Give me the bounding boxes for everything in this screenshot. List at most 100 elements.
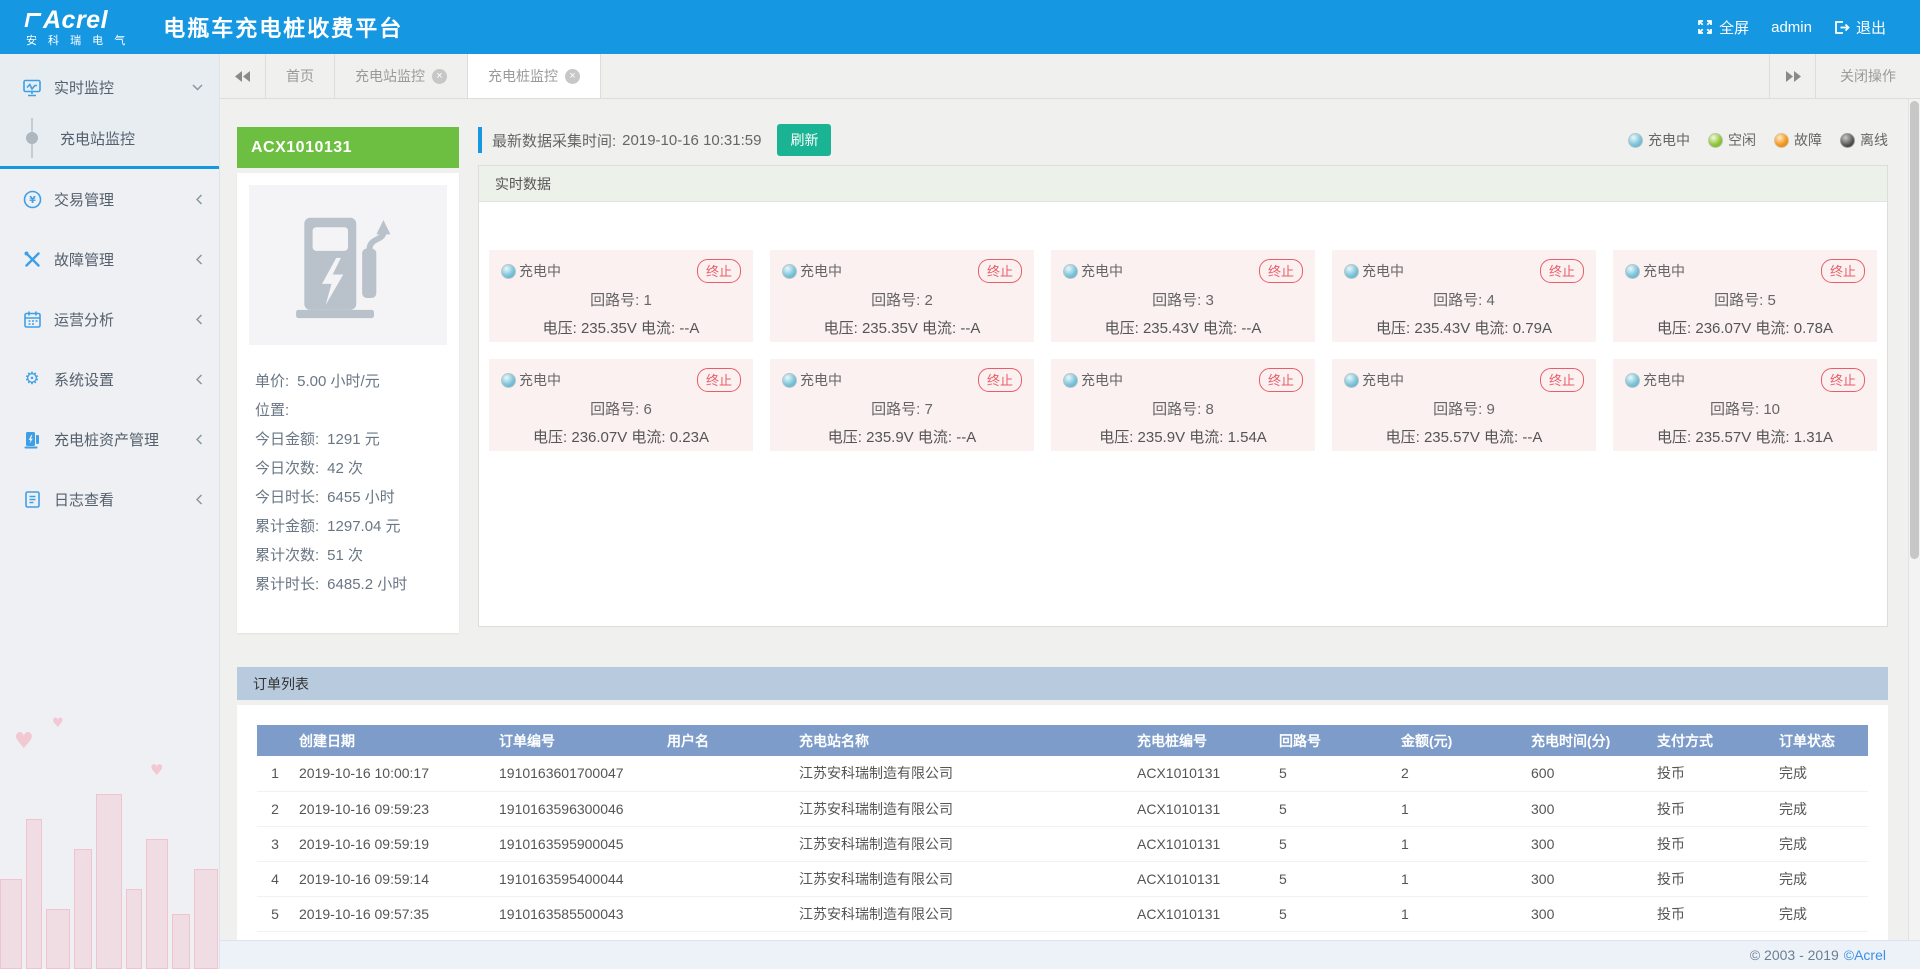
cell-create-date: 2019-10-16 09:57:35 bbox=[293, 896, 493, 931]
pile-stats-list: 单价:5.00 小时/元 位置: 今日金额:1291 元 今日次数:42 次 今… bbox=[249, 367, 447, 599]
sidebar-item-station-monitor[interactable]: 充电站监控 bbox=[0, 110, 219, 166]
stop-button[interactable]: 终止 bbox=[697, 259, 741, 283]
circuit-card-2: 充电中终止 回路号: 2 电压: 235.35V 电流: --A bbox=[770, 250, 1034, 342]
stop-button[interactable]: 终止 bbox=[1821, 259, 1865, 283]
stop-button[interactable]: 终止 bbox=[978, 368, 1022, 392]
stop-button[interactable]: 终止 bbox=[1259, 368, 1303, 392]
col-index bbox=[257, 725, 293, 756]
pile-info-card: 单价:5.00 小时/元 位置: 今日金额:1291 元 今日次数:42 次 今… bbox=[237, 173, 459, 633]
circuit-card-7: 充电中终止 回路号: 7 电压: 235.9V 电流: --A bbox=[770, 359, 1034, 451]
chevron-left-icon bbox=[196, 314, 203, 325]
stop-button[interactable]: 终止 bbox=[697, 368, 741, 392]
refresh-button[interactable]: 刷新 bbox=[777, 124, 831, 156]
cell-order-no: 1910163585500043 bbox=[493, 896, 661, 931]
stat-value: 6455 小时 bbox=[327, 483, 395, 512]
stat-location: 位置: bbox=[255, 396, 447, 425]
analysis-icon bbox=[22, 310, 42, 329]
stat-today-amount: 今日金额:1291 元 bbox=[255, 425, 447, 454]
tab-pile-monitor[interactable]: 充电桩监控 × bbox=[468, 54, 601, 98]
vertical-scrollbar[interactable] bbox=[1908, 99, 1920, 969]
circuit-card-9: 充电中终止 回路号: 9 电压: 235.57V 电流: --A bbox=[1332, 359, 1596, 451]
legend-idle: 空闲 bbox=[1708, 130, 1756, 150]
sidebar-item-fault-management[interactable]: 故障管理 bbox=[0, 229, 219, 289]
circuit-card-5: 充电中终止 回路号: 5 电压: 236.07V 电流: 0.78A bbox=[1613, 250, 1877, 342]
cell-username bbox=[661, 896, 793, 931]
current-value: --A bbox=[960, 320, 980, 337]
sidebar-item-label: 运营分析 bbox=[54, 309, 114, 330]
sidebar-item-trade-management[interactable]: ¥ 交易管理 bbox=[0, 169, 219, 229]
current-value: 1.54A bbox=[1228, 429, 1267, 446]
stat-unit-price: 单价:5.00 小时/元 bbox=[255, 367, 447, 396]
cell-order-no: 1910163595400044 bbox=[493, 861, 661, 896]
stop-button[interactable]: 终止 bbox=[978, 259, 1022, 283]
cell-create-date: 2019-10-16 10:00:17 bbox=[293, 756, 493, 791]
voltage-label: 电压: bbox=[1386, 429, 1420, 446]
sidebar-item-label: 实时监控 bbox=[54, 77, 114, 98]
stop-button[interactable]: 终止 bbox=[1259, 259, 1303, 283]
circuit-number: 10 bbox=[1763, 401, 1780, 418]
cell-create-date: 2019-10-16 09:59:23 bbox=[293, 791, 493, 826]
cell-amount: 1 bbox=[1395, 826, 1525, 861]
cell-index: 1 bbox=[257, 756, 293, 791]
tab-close-icon[interactable]: × bbox=[432, 69, 447, 84]
circuit-label: 回路号: bbox=[1152, 292, 1201, 309]
acrel-footer-link[interactable]: ©Acrel bbox=[1844, 947, 1886, 963]
table-row: 32019-10-16 09:59:191910163595900045江苏安科… bbox=[257, 826, 1868, 861]
col-username: 用户名 bbox=[661, 725, 793, 756]
scrollbar-thumb[interactable] bbox=[1910, 101, 1919, 559]
circuit-label: 回路号: bbox=[1152, 401, 1201, 418]
cell-circuit-no: 5 bbox=[1273, 756, 1395, 791]
offline-status-icon bbox=[1840, 133, 1855, 148]
tab-close-icon[interactable]: × bbox=[565, 69, 580, 84]
stat-total-duration: 累计时长:6485.2 小时 bbox=[255, 570, 447, 599]
tab-station-monitor[interactable]: 充电站监控 × bbox=[335, 54, 468, 98]
orders-header-row: 创建日期 订单编号 用户名 充电站名称 充电桩编号 回路号 金额(元) 充电时间… bbox=[257, 725, 1868, 756]
circuit-number: 9 bbox=[1487, 401, 1495, 418]
logo-mark-icon bbox=[25, 13, 42, 27]
tabs-scroll-right-button[interactable] bbox=[1769, 54, 1815, 98]
cell-pay-method: 投币 bbox=[1651, 791, 1773, 826]
circuit-number: 7 bbox=[925, 401, 933, 418]
cell-order-status: 完成 bbox=[1773, 896, 1868, 931]
pile-info-panel: ACX1010131 单价:5.00 小时/元 位置: 今日金额:1291 元 … bbox=[237, 127, 459, 633]
collect-time-bar: 最新数据采集时间: 2019-10-16 10:31:59 刷新 充电中 空闲 … bbox=[478, 123, 1888, 157]
col-charge-minutes: 充电时间(分) bbox=[1525, 725, 1651, 756]
close-operations-button[interactable]: 关闭操作 bbox=[1815, 54, 1920, 98]
username-menu[interactable]: admin bbox=[1765, 15, 1818, 40]
current-value: --A bbox=[679, 320, 699, 337]
fullscreen-button[interactable]: 全屏 bbox=[1691, 13, 1755, 42]
circuit-card-6: 充电中终止 回路号: 6 电压: 236.07V 电流: 0.23A bbox=[489, 359, 753, 451]
charging-status-icon bbox=[1344, 373, 1359, 388]
logout-button[interactable]: 退出 bbox=[1828, 13, 1892, 42]
sidebar-item-operation-analysis[interactable]: 运营分析 bbox=[0, 289, 219, 349]
legend-label: 离线 bbox=[1860, 130, 1888, 150]
legend-fault: 故障 bbox=[1774, 130, 1822, 150]
stat-label: 累计金额: bbox=[255, 512, 319, 541]
circuit-card-8: 充电中终止 回路号: 8 电压: 235.9V 电流: 1.54A bbox=[1051, 359, 1315, 451]
legend-label: 充电中 bbox=[1648, 130, 1690, 150]
sidebar-item-pile-assets[interactable]: 充电桩资产管理 bbox=[0, 409, 219, 469]
cell-charge-minutes: 600 bbox=[1525, 756, 1651, 791]
tabs-scroll-left-button[interactable] bbox=[220, 54, 266, 98]
cell-amount: 2 bbox=[1395, 756, 1525, 791]
sidebar-item-system-settings[interactable]: ⚙ 系统设置 bbox=[0, 349, 219, 409]
sidebar-item-realtime-monitor[interactable]: 实时监控 bbox=[0, 64, 219, 110]
top-header: Acrel 安 科 瑞 电 气 电瓶车充电桩收费平台 全屏 admin 退出 bbox=[0, 0, 1920, 54]
voltage-label: 电压: bbox=[828, 429, 862, 446]
stop-button[interactable]: 终止 bbox=[1821, 368, 1865, 392]
cell-index: 2 bbox=[257, 791, 293, 826]
cell-username bbox=[661, 756, 793, 791]
cell-username bbox=[661, 791, 793, 826]
current-label: 电流: bbox=[641, 320, 675, 337]
stop-button[interactable]: 终止 bbox=[1540, 259, 1584, 283]
cell-index: 5 bbox=[257, 896, 293, 931]
tab-forward-icon bbox=[1785, 71, 1801, 82]
voltage-value: 235.9V bbox=[866, 429, 914, 446]
sidebar-item-log-view[interactable]: 日志查看 bbox=[0, 469, 219, 529]
circuit-card-10: 充电中终止 回路号: 10 电压: 235.57V 电流: 1.31A bbox=[1613, 359, 1877, 451]
cell-station-name: 江苏安科瑞制造有限公司 bbox=[793, 861, 1131, 896]
tab-home[interactable]: 首页 bbox=[266, 54, 335, 98]
card-status-label: 充电中 bbox=[519, 261, 561, 281]
stop-button[interactable]: 终止 bbox=[1540, 368, 1584, 392]
tab-label: 充电桩监控 bbox=[488, 66, 558, 86]
